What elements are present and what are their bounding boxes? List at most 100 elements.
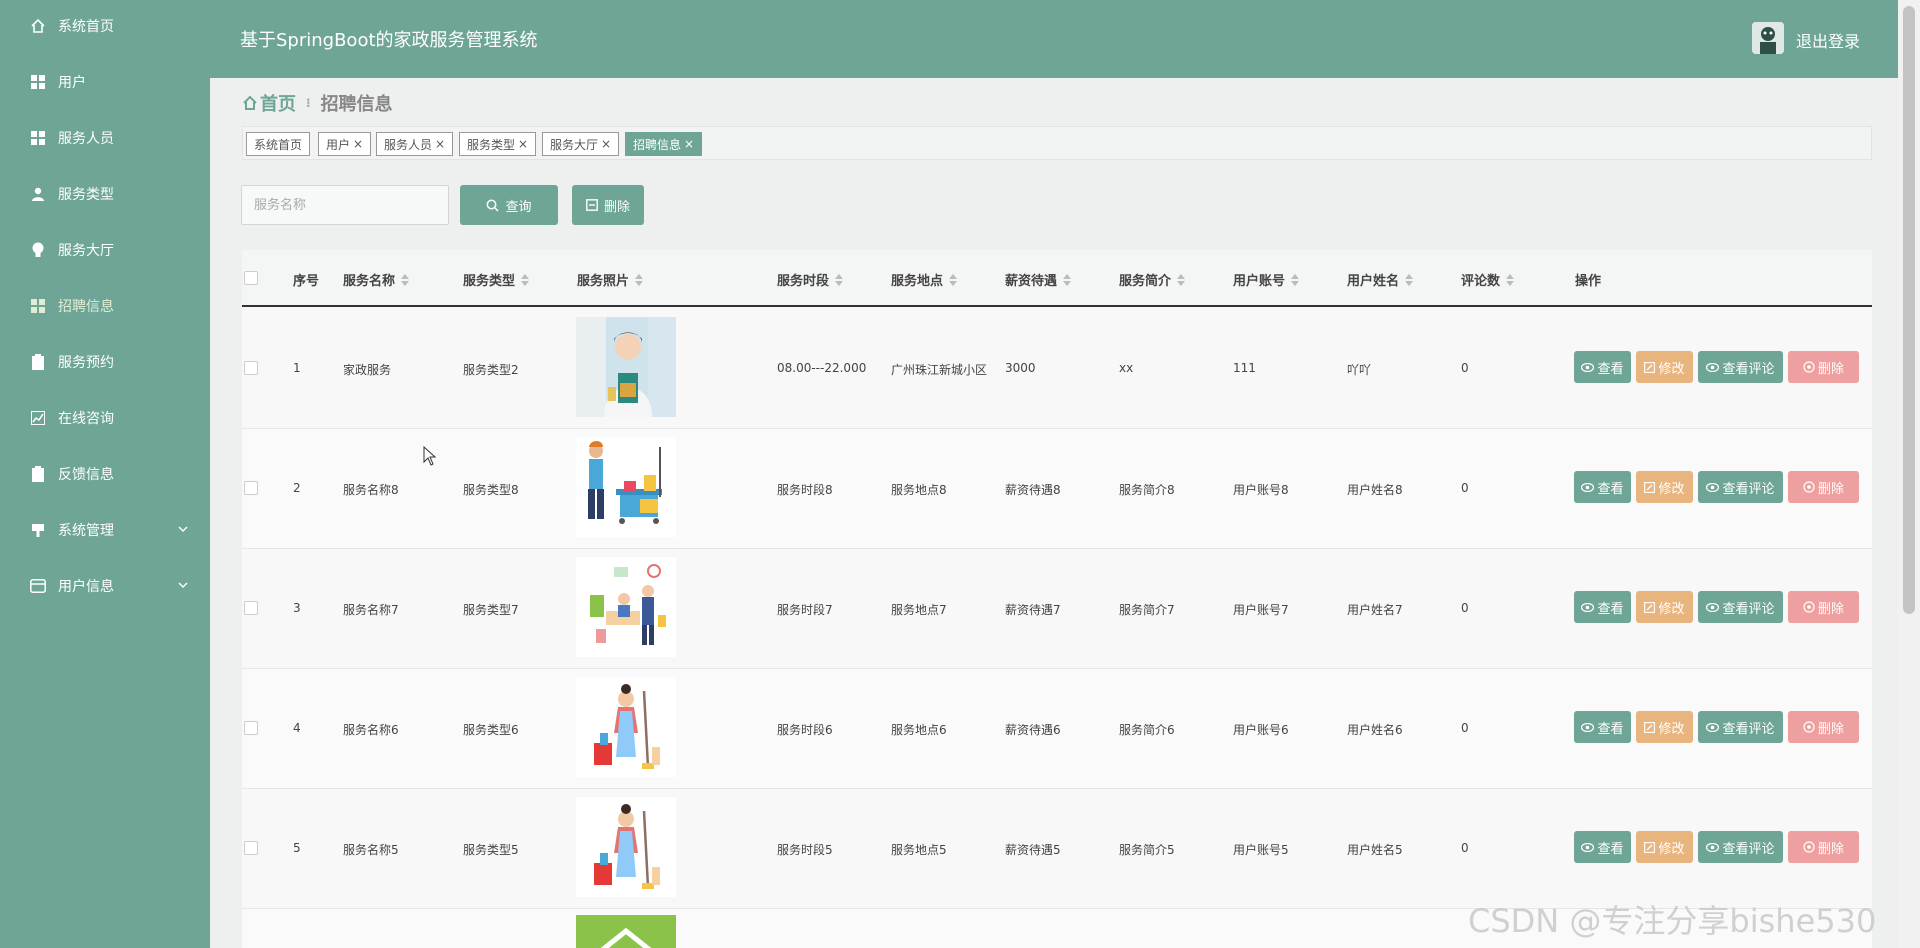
tag-home[interactable]: 系统首页 (246, 132, 311, 156)
view-button[interactable]: 查看 (1574, 711, 1631, 743)
row-checkbox[interactable] (244, 721, 258, 735)
cell-account: 用户账号5 (1233, 843, 1289, 857)
breadcrumb-home[interactable]: 首页 (242, 90, 296, 116)
column-header-type[interactable]: 服务类型 (463, 270, 530, 289)
header-label: 评论数 (1461, 274, 1501, 289)
column-header-place[interactable]: 服务地点 (891, 270, 958, 289)
header-label: 服务名称 (343, 274, 396, 289)
service-photo[interactable] (576, 915, 676, 948)
delete-button[interactable]: 删除 (1788, 591, 1859, 623)
sidebar-item-recruitment[interactable]: 招聘信息 (0, 286, 210, 326)
column-header-username[interactable]: 用户姓名 (1347, 270, 1414, 289)
column-header-name[interactable]: 服务名称 (343, 270, 410, 289)
sort-icon[interactable] (1291, 273, 1300, 286)
tag-staff[interactable]: 服务人员 × (376, 132, 454, 156)
sort-icon[interactable] (1177, 273, 1186, 286)
service-photo[interactable] (576, 557, 676, 657)
column-header-account[interactable]: 用户账号 (1233, 270, 1300, 289)
row-checkbox[interactable] (244, 601, 258, 615)
service-photo[interactable] (576, 797, 676, 897)
edit-label: 修改 (1658, 361, 1685, 377)
view-comments-button[interactable]: 查看评论 (1698, 591, 1783, 623)
close-icon[interactable]: × (518, 137, 528, 151)
service-photo[interactable] (576, 677, 676, 777)
view-button[interactable]: 查看 (1574, 351, 1631, 383)
tag-service-hall[interactable]: 服务大厅 × (542, 132, 620, 156)
column-header-intro[interactable]: 服务简介 (1119, 270, 1186, 289)
edit-button[interactable]: 修改 (1636, 351, 1693, 383)
row-checkbox[interactable] (244, 481, 258, 495)
row-checkbox[interactable] (244, 841, 258, 855)
eye-icon (1581, 482, 1595, 492)
edit-button[interactable]: 修改 (1636, 591, 1693, 623)
cell-index: 3 (293, 601, 301, 615)
delete-button[interactable]: 删除 (1788, 351, 1859, 383)
sort-icon[interactable] (401, 273, 410, 286)
tag-recruitment[interactable]: 招聘信息 × (625, 132, 703, 156)
column-header-time[interactable]: 服务时段 (777, 270, 844, 289)
view-comments-button[interactable]: 查看评论 (1698, 351, 1783, 383)
cell-salary: 薪资待遇8 (1005, 483, 1061, 497)
avatar[interactable] (1752, 22, 1784, 54)
cell-time: 服务时段6 (777, 723, 833, 737)
cell-username: 吖吖 (1347, 363, 1372, 377)
clipboard-icon (30, 466, 46, 482)
sidebar-item-booking[interactable]: 服务预约 (0, 342, 210, 382)
sort-icon[interactable] (835, 273, 844, 286)
view-comments-button[interactable]: 查看评论 (1698, 471, 1783, 503)
service-photo[interactable] (576, 437, 676, 537)
sidebar-item-feedback[interactable]: 反馈信息 (0, 454, 210, 494)
delete-button[interactable]: 删除 (1788, 471, 1859, 503)
service-photo[interactable] (576, 317, 676, 417)
delete-button[interactable]: 删除 (1788, 831, 1859, 863)
tag-users[interactable]: 用户 × (318, 132, 372, 156)
header-label: 薪资待遇 (1005, 274, 1058, 289)
view-button[interactable]: 查看 (1574, 591, 1631, 623)
batch-delete-button[interactable]: 删除 (572, 185, 644, 225)
sidebar-item-system[interactable]: 系统管理 (0, 510, 210, 550)
sidebar-item-home[interactable]: 系统首页 (0, 6, 210, 46)
close-icon[interactable]: × (684, 137, 694, 151)
column-header-comments[interactable]: 评论数 (1461, 270, 1515, 289)
column-header-photo[interactable]: 服务照片 (577, 270, 644, 289)
sidebar-item-user-info[interactable]: 用户信息 (0, 566, 210, 606)
cell-index: 2 (293, 481, 301, 495)
service-name-search-input[interactable] (241, 185, 449, 225)
sort-icon[interactable] (1506, 273, 1515, 286)
view-comments-button[interactable]: 查看评论 (1698, 831, 1783, 863)
edit-button[interactable]: 修改 (1636, 471, 1693, 503)
close-icon[interactable]: × (435, 137, 445, 151)
sidebar-item-service-hall[interactable]: 服务大厅 (0, 230, 210, 270)
view-button[interactable]: 查看 (1574, 471, 1631, 503)
row-checkbox[interactable] (244, 361, 258, 375)
table-row: 1 家政服务 服务类型2 08.00---22.000 广州珠江新城小区 300… (242, 309, 1872, 429)
view-label: 查看 (1597, 721, 1624, 737)
view-button[interactable]: 查看 (1574, 831, 1631, 863)
sidebar-item-users[interactable]: 用户 (0, 62, 210, 102)
logout-button[interactable]: 退出登录 (1796, 28, 1860, 52)
sort-icon[interactable] (635, 273, 644, 286)
sort-icon[interactable] (1405, 273, 1414, 286)
close-icon[interactable]: × (601, 137, 611, 151)
column-header-salary[interactable]: 薪资待遇 (1005, 270, 1072, 289)
clipboard-icon (30, 354, 46, 370)
sort-icon[interactable] (1063, 273, 1072, 286)
sidebar-item-consult[interactable]: 在线咨询 (0, 398, 210, 438)
edit-button[interactable]: 修改 (1636, 711, 1693, 743)
page-scrollbar[interactable] (1898, 0, 1920, 948)
delete-button[interactable]: 删除 (1788, 711, 1859, 743)
select-all-checkbox[interactable] (244, 271, 258, 285)
scrollbar-thumb[interactable] (1903, 6, 1915, 614)
header-label: 服务时段 (777, 274, 830, 289)
edit-button[interactable]: 修改 (1636, 831, 1693, 863)
sidebar-item-staff[interactable]: 服务人员 (0, 118, 210, 158)
sidebar-item-service-types[interactable]: 服务类型 (0, 174, 210, 214)
tag-service-types[interactable]: 服务类型 × (459, 132, 537, 156)
tag-label: 服务类型 (467, 137, 516, 152)
close-icon[interactable]: × (353, 137, 363, 151)
table-row: 4 服务名称6 服务类型6 服务时段6 服务地点6 薪资待遇6 服务简介6 用户… (242, 669, 1872, 789)
view-comments-button[interactable]: 查看评论 (1698, 711, 1783, 743)
sort-icon[interactable] (521, 273, 530, 286)
query-button[interactable]: 查询 (460, 185, 558, 225)
sort-icon[interactable] (949, 273, 958, 286)
